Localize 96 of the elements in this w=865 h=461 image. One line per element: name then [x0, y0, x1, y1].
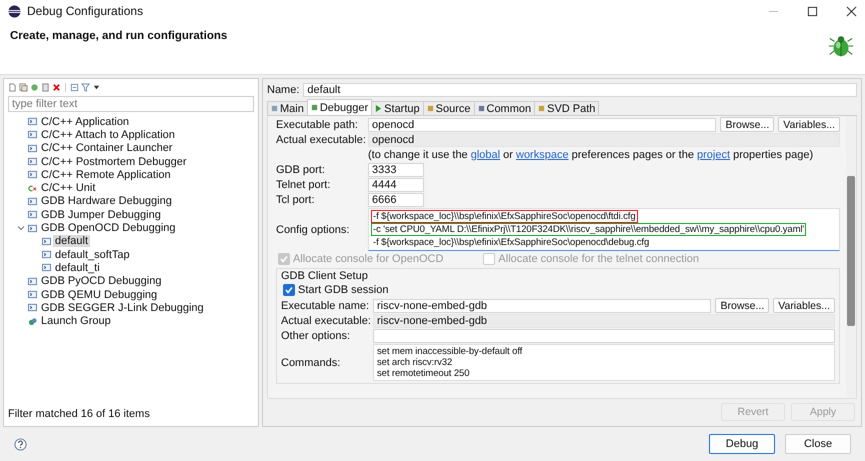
- config-icon: [28, 224, 37, 233]
- dialog-button[interactable]: Close: [785, 434, 851, 454]
- config-icon: [42, 236, 51, 246]
- tree-item[interactable]: C/C++ Remote Application: [39, 168, 173, 181]
- help-icon[interactable]: [14, 438, 27, 450]
- delete-icon[interactable]: [52, 83, 61, 92]
- text-area[interactable]: set mem inaccessible-by-default off set arch riscv:rv32 set remotetimeout 250: [373, 344, 835, 381]
- config-icon: [28, 157, 37, 166]
- tree-item[interactable]: GDB SEGGER J-Link Debugging: [39, 302, 206, 314]
- tab[interactable]: Common: [474, 101, 536, 115]
- port-field[interactable]: 6666: [368, 193, 424, 207]
- app-icon: [8, 4, 21, 18]
- readonly-field: riscv-none-embed-gdb: [373, 314, 835, 328]
- checkbox-label: Allocate console for the telnet connection: [498, 253, 699, 265]
- config-icon: [28, 196, 37, 206]
- config-icon: [28, 210, 37, 220]
- readonly-field: openocd: [368, 133, 840, 147]
- text-line: -f ${workspace_loc}\\bsp\efinix\EfxSapphireSoc\openocd\debug.cfg: [372, 236, 650, 249]
- new-config-icon[interactable]: [8, 83, 17, 92]
- maximize-icon[interactable]: [807, 6, 818, 16]
- tree-item[interactable]: C/C++ Attach to Application: [39, 128, 177, 141]
- preference-link[interactable]: global: [470, 149, 500, 161]
- config-icon: [28, 144, 37, 153]
- input-field[interactable]: openocd: [368, 118, 716, 132]
- tab[interactable]: Debugger: [306, 99, 372, 115]
- tree-item[interactable]: GDB QEMU Debugging: [39, 288, 160, 300]
- caret-icon[interactable]: [92, 83, 101, 92]
- preference-link[interactable]: workspace: [516, 149, 569, 161]
- text-line: set mem inaccessible-by-default off: [376, 346, 524, 357]
- dialog-button[interactable]: Debug: [709, 434, 775, 454]
- field-label: Actual executable:: [276, 134, 364, 146]
- port-field[interactable]: 3333: [368, 163, 424, 177]
- tree-item[interactable]: GDB PyOCD Debugging: [39, 275, 164, 288]
- tab[interactable]: SVD Path: [534, 101, 600, 115]
- duplicate-icon[interactable]: [19, 83, 28, 92]
- scrollbar[interactable]: [846, 116, 856, 398]
- input-field[interactable]: [373, 329, 835, 343]
- checkbox[interactable]: [283, 284, 295, 296]
- group-title: GDB Client Setup: [281, 270, 368, 282]
- play-icon: [375, 105, 382, 112]
- field-button[interactable]: Browse...: [720, 117, 774, 132]
- group-icon: [28, 316, 37, 326]
- window-title: Debug Configurations: [27, 4, 144, 18]
- config-icon: [28, 130, 37, 140]
- tab[interactable]: Main: [267, 101, 308, 115]
- tree-item[interactable]: default: [53, 235, 90, 248]
- config-icon: [28, 170, 37, 180]
- dialog-subtitle: Create, manage, and run configurations: [10, 30, 228, 42]
- port-field[interactable]: 4444: [368, 178, 424, 192]
- name-field[interactable]: default: [303, 82, 857, 96]
- config-icon: [42, 263, 51, 272]
- config-icon: [28, 276, 37, 286]
- collapse-all-icon[interactable]: [70, 83, 79, 92]
- field-label: Actual executable:: [281, 315, 369, 327]
- config-icon: [28, 290, 37, 299]
- filter-field[interactable]: type filter text: [8, 96, 254, 112]
- field-label: Other options:: [281, 330, 352, 342]
- config-icon: [28, 117, 37, 126]
- field-label: Commands:: [281, 356, 342, 368]
- tree-item[interactable]: default_ti: [53, 262, 102, 274]
- text-line: set arch riscv:rv32: [376, 357, 454, 368]
- tree-item[interactable]: GDB Jumper Debugging: [39, 208, 163, 221]
- field-label: Config options:: [276, 224, 350, 236]
- name-label: Name:: [267, 84, 300, 96]
- field-label: Telnet port:: [276, 179, 332, 191]
- unit-icon: [28, 184, 37, 193]
- tree-item[interactable]: C/C++ Postmortem Debugger: [39, 156, 189, 168]
- config-icon: [42, 250, 51, 260]
- tree-item[interactable]: default_softTap: [53, 248, 132, 261]
- field-label: Tcl port:: [276, 194, 316, 206]
- filter-status: Filter matched 16 of 16 items: [8, 407, 151, 422]
- preferences-note: (to change it use the global or workspace preferences pages or the project properties page): [368, 149, 814, 161]
- tree-item[interactable]: C/C++ Application: [39, 116, 132, 128]
- preference-link[interactable]: project: [697, 149, 730, 161]
- input-field[interactable]: riscv-none-embed-gdb: [373, 298, 712, 312]
- field-button[interactable]: Variables...: [778, 117, 840, 132]
- tree-item[interactable]: GDB Hardware Debugging: [39, 195, 174, 208]
- field-label: GDB port:: [276, 164, 326, 176]
- tree-item[interactable]: C/C++ Unit: [39, 182, 98, 194]
- checkbox-label: Allocate console for OpenOCD: [293, 253, 444, 265]
- field-label: Executable path:: [276, 118, 359, 130]
- tree-item[interactable]: GDB OpenOCD Debugging: [39, 222, 178, 234]
- text-line: set remotetimeout 250: [376, 368, 470, 379]
- tab[interactable]: Startup: [371, 101, 424, 115]
- close-icon[interactable]: [846, 6, 857, 16]
- field-button[interactable]: Variables...: [773, 298, 835, 313]
- checkbox-label: Start GDB session: [298, 284, 388, 296]
- tree-item[interactable]: C/C++ Container Launcher: [39, 142, 174, 154]
- filter-icon[interactable]: [81, 83, 90, 92]
- tree-item[interactable]: Launch Group: [39, 315, 113, 328]
- text-area[interactable]: [368, 208, 840, 251]
- expand-chevron-icon[interactable]: [17, 224, 25, 232]
- config-icon: [28, 303, 37, 312]
- field-label: Executable name:: [281, 300, 369, 312]
- tab[interactable]: Source: [422, 101, 474, 115]
- field-button[interactable]: Browse...: [715, 298, 770, 313]
